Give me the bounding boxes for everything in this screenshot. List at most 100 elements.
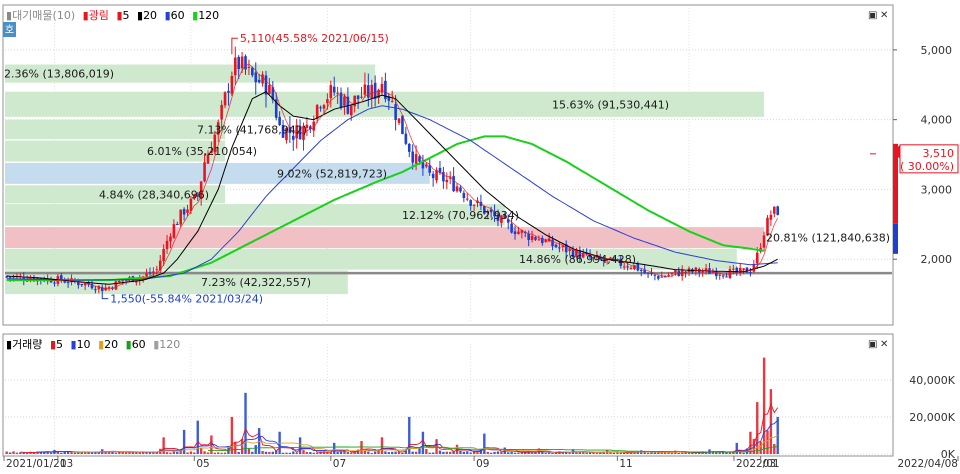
- volume-bar: [370, 452, 373, 454]
- candle-body: [145, 273, 148, 277]
- volume-bar: [336, 451, 339, 454]
- candle-body: [554, 244, 558, 248]
- volume-bar: [339, 451, 343, 454]
- candle-body: [530, 235, 534, 240]
- volume-bar: [254, 445, 257, 454]
- volume-bar: [8, 452, 12, 454]
- candle-body: [527, 233, 530, 240]
- supply-band-label: 20.81% (121,840,638): [766, 232, 890, 245]
- vol-legend-120[interactable]: 120: [159, 338, 180, 351]
- volume-bar: [315, 452, 319, 454]
- legend-ma5[interactable]: 5: [123, 9, 130, 22]
- volume-bar: [148, 452, 152, 454]
- side-button-label[interactable]: 호: [5, 24, 14, 36]
- volume-tick-label: 20,000K: [909, 411, 955, 424]
- supply-band-label: 14.86% (86,994,428): [519, 253, 636, 266]
- volume-bar: [240, 438, 244, 454]
- restore-button[interactable]: ▣: [868, 10, 877, 21]
- volume-bar: [15, 452, 19, 454]
- candle-body: [291, 135, 295, 140]
- volume-bar: [261, 451, 264, 454]
- candle-body: [186, 209, 189, 213]
- candle-body: [370, 84, 374, 99]
- volume-bar: [568, 452, 571, 454]
- candle-body: [240, 56, 244, 69]
- volume-bar: [762, 357, 766, 454]
- volume-bar: [77, 452, 80, 454]
- legend-ma20[interactable]: 20: [143, 9, 157, 22]
- volume-bar: [496, 451, 500, 454]
- high-label: 5,110(45.58% 2021/06/15): [240, 32, 389, 45]
- volume-tick-label: 40,000K: [909, 374, 955, 387]
- candle-body: [653, 274, 657, 276]
- vol-close-button[interactable]: ✕: [880, 339, 888, 350]
- volume-bar: [704, 452, 708, 454]
- volume-bar: [445, 451, 448, 454]
- supply-band-label: 4.84% (28,340,696): [99, 188, 209, 201]
- volume-bar: [237, 451, 240, 454]
- supply-band-label: 12.12% (70,962,934): [402, 209, 519, 222]
- price-tick-label: 2,000: [921, 253, 953, 266]
- supply-band-label: 15.63% (91,530,441): [552, 98, 669, 111]
- volume-bar: [141, 452, 145, 454]
- supply-band: [5, 227, 765, 249]
- volume-bar: [73, 452, 77, 454]
- candle-body: [762, 235, 766, 248]
- vol-legend-5[interactable]: 5: [56, 338, 63, 351]
- volume-bar: [507, 452, 510, 454]
- current-change-label: ( 30.00%): [900, 160, 954, 173]
- volume-bar: [513, 452, 517, 454]
- candle-body: [319, 107, 322, 109]
- volume-bar: [220, 452, 223, 454]
- vol-legend-60[interactable]: 60: [132, 338, 146, 351]
- volume-bar: [462, 451, 466, 454]
- volume-bar: [766, 430, 769, 454]
- volume-bar: [25, 452, 29, 454]
- candle-body: [701, 271, 704, 273]
- volume-bar: [421, 431, 425, 454]
- volume-bar: [350, 452, 353, 454]
- candle-body: [411, 151, 414, 163]
- legend-supply[interactable]: 대기매물(10): [12, 9, 75, 22]
- candle-body: [360, 96, 363, 98]
- volume-bar: [346, 452, 350, 454]
- candle-body: [452, 176, 455, 192]
- vol-restore-button[interactable]: ▣: [868, 339, 877, 350]
- candle-body: [80, 283, 84, 286]
- volume-bar: [83, 452, 87, 454]
- volume-bar: [595, 452, 599, 454]
- candle-body: [233, 57, 237, 76]
- candle-body: [343, 96, 346, 106]
- candle-body: [237, 56, 240, 70]
- volume-bar: [551, 452, 554, 454]
- vol-legend-20[interactable]: 20: [104, 338, 118, 351]
- close-button[interactable]: ✕: [880, 10, 888, 21]
- candle-body: [660, 276, 664, 278]
- vol-legend-10[interactable]: 10: [77, 338, 91, 351]
- legend-ma120[interactable]: 120: [198, 9, 219, 22]
- x-tick-label: 03: [60, 458, 73, 470]
- volume-bar: [165, 452, 169, 454]
- candle-body: [336, 92, 339, 94]
- volume-bar: [769, 389, 773, 454]
- volume-bar: [257, 428, 261, 454]
- candle-body: [469, 200, 472, 206]
- candle-body: [349, 105, 353, 116]
- price-tick-label: 4,000: [921, 114, 953, 127]
- volume-bar: [206, 452, 210, 454]
- legend-stock[interactable]: 광림: [89, 9, 109, 22]
- candle-body: [401, 115, 404, 134]
- candle-body: [407, 143, 411, 152]
- volume-bar: [756, 402, 759, 454]
- volume-bar: [575, 452, 578, 454]
- candle-body: [162, 248, 165, 261]
- volume-legend-text: ▮거래량 ▮5 ▮10 ▮20 ▮60 ▮120: [6, 338, 180, 351]
- volume-bar: [230, 416, 234, 454]
- candle-body: [182, 209, 186, 215]
- vol-legend-volume[interactable]: 거래량: [12, 338, 42, 351]
- candle-body: [639, 269, 643, 271]
- volume-bar: [288, 452, 292, 454]
- legend-ma60[interactable]: 60: [171, 9, 185, 22]
- volume-bar: [217, 452, 220, 454]
- volume-bar: [199, 447, 203, 454]
